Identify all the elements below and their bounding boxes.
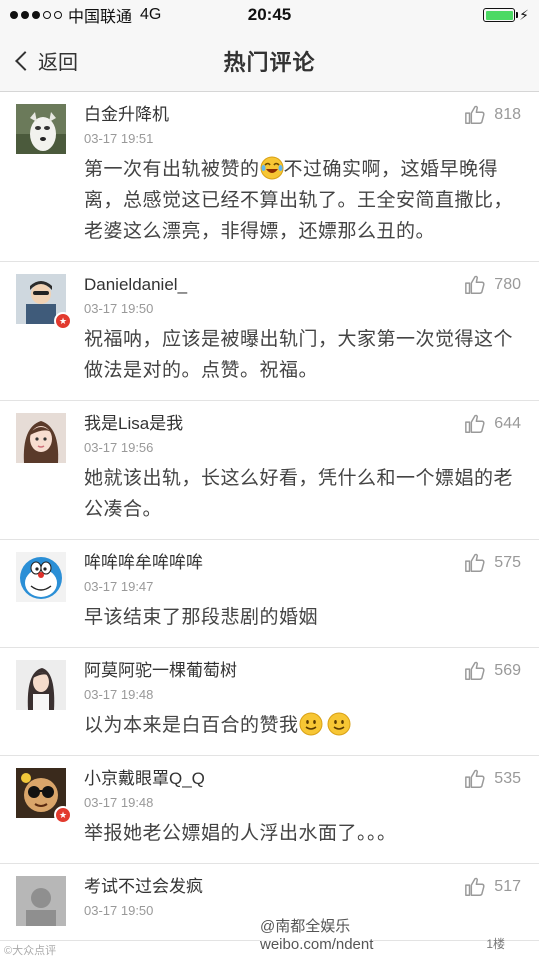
comment-item: 阿莫阿驼一棵葡萄树 03-17 19:48 以为本来是白百合的赞我 569: [0, 648, 539, 756]
network-type: 4G: [140, 6, 162, 23]
like-button[interactable]: 780: [464, 274, 521, 296]
comment-text: 她就该出轨，长这么好看，凭什么和一个嫖娼的老公凑合。: [84, 468, 514, 520]
comment-text: 举报她老公嫖娼的人浮出水面了。。。: [84, 823, 397, 844]
watermark-url: weibo.com/ndent: [260, 936, 374, 953]
comment-text: 以为本来是白百合的赞我: [84, 710, 525, 741]
thumbs-up-icon: [465, 661, 485, 680]
comment-item: ★ Danieldaniel_ 03-17 19:50 祝福呐，应该是被曝出轨门…: [0, 262, 539, 401]
comment-author[interactable]: 小京戴眼罩Q_Q: [84, 767, 525, 791]
smile-emoji-icon: [299, 712, 323, 736]
back-button[interactable]: 返回: [14, 30, 78, 91]
comment-author[interactable]: 我是Lisa是我: [84, 412, 525, 436]
comment-author[interactable]: Danieldaniel_: [84, 273, 525, 297]
comment-text-part: 以为本来是白百合的赞我: [84, 715, 299, 736]
smile-emoji-icon: [327, 712, 351, 736]
thumbs-up-icon: [465, 769, 485, 788]
nav-bar: 返回 热门评论: [0, 30, 539, 92]
signal-strength-icon: [10, 11, 62, 19]
carrier-name: 中国联通: [68, 9, 133, 26]
white-dog-avatar-icon: [16, 104, 66, 154]
comment-time: 03-17 19:47: [84, 579, 154, 594]
avatar[interactable]: [16, 413, 66, 463]
comment-time: 03-17 19:50: [84, 301, 154, 316]
comment-text-part: 第一次有出轨被赞的: [84, 159, 260, 180]
avatar[interactable]: [16, 660, 66, 710]
comment-author[interactable]: 白金升降机: [84, 103, 525, 127]
charging-icon: ⚡: [519, 6, 529, 23]
comment-author[interactable]: 考试不过会发疯: [84, 875, 525, 899]
like-button[interactable]: 535: [464, 768, 521, 790]
comment-item: 我是Lisa是我 03-17 19:56 她就该出轨，长这么好看，凭什么和一个嫖…: [0, 401, 539, 540]
corner-watermark: ©大众点评: [4, 945, 57, 957]
battery-icon: [483, 8, 519, 22]
girl-avatar-icon: [16, 413, 66, 463]
thumbs-up-icon: [465, 553, 485, 572]
comment-text: 第一次有出轨被赞的 不过确实啊，这婚早晚得离，总感觉这已经不算出轨了。王全安简直撒…: [84, 154, 525, 247]
thumbs-up-icon: [465, 275, 485, 294]
comment-item: 白金升降机 03-17 19:51 第一次有出轨被赞的 不过确实啊，这婚早晚得离，…: [0, 92, 539, 262]
like-button[interactable]: 569: [464, 660, 521, 682]
thumbs-up-icon: [465, 105, 485, 124]
doraemon-avatar-icon: [16, 552, 66, 602]
like-count: 535: [494, 770, 521, 787]
like-button[interactable]: 517: [464, 876, 521, 898]
watermark-handle: @南都全娱乐: [260, 918, 351, 935]
comment-time: 03-17 19:51: [84, 131, 154, 146]
comment-item: 哞哞哞牟哞哞哞 03-17 19:47 早该结束了那段悲剧的婚姻 575: [0, 540, 539, 648]
avatar[interactable]: ★: [16, 768, 72, 824]
comment-author[interactable]: 阿莫阿驼一棵葡萄树: [84, 659, 525, 683]
floor-label: 1楼: [486, 937, 505, 951]
like-count: 575: [494, 554, 521, 571]
like-button[interactable]: 644: [464, 413, 521, 435]
like-button[interactable]: 575: [464, 552, 521, 574]
watermark: @南都全娱乐 weibo.com/ndent: [260, 918, 374, 954]
verified-badge-icon: ★: [54, 806, 72, 824]
like-count: 818: [494, 106, 521, 123]
avatar[interactable]: [16, 104, 66, 154]
avatar[interactable]: [16, 876, 66, 926]
comment-text: 祝福呐，应该是被曝出轨门，大家第一次觉得这个做法是对的。点赞。祝福。: [84, 329, 514, 381]
avatar[interactable]: [16, 552, 66, 602]
laugh-cry-emoji-icon: [260, 156, 284, 180]
chevron-left-icon: [15, 50, 35, 71]
comment-time: 03-17 19:56: [84, 440, 154, 455]
grey-avatar-icon: [16, 876, 66, 926]
comment-time: 03-17 19:48: [84, 687, 154, 702]
like-count: 517: [494, 878, 521, 895]
page-title: 热门评论: [223, 49, 316, 75]
comment-list: 白金升降机 03-17 19:51 第一次有出轨被赞的 不过确实啊，这婚早晚得离，…: [0, 92, 539, 941]
woman-avatar-icon: [16, 660, 66, 710]
comment-item: ★ 小京戴眼罩Q_Q 03-17 19:48 举报她老公嫖娼的人浮出水面了。。。…: [0, 756, 539, 864]
like-count: 644: [494, 415, 521, 432]
thumbs-up-icon: [465, 414, 485, 433]
battery-indicator: ⚡: [483, 7, 529, 24]
avatar[interactable]: ★: [16, 274, 72, 330]
like-count: 780: [494, 276, 521, 293]
like-count: 569: [494, 662, 521, 679]
thumbs-up-icon: [465, 877, 485, 896]
status-bar: 中国联通 4G 20:45 ⚡: [0, 0, 539, 30]
verified-badge-icon: ★: [54, 312, 72, 330]
comment-time: 03-17 19:48: [84, 795, 154, 810]
comment-text: 早该结束了那段悲剧的婚姻: [84, 607, 319, 628]
comment-author[interactable]: 哞哞哞牟哞哞哞: [84, 551, 525, 575]
like-button[interactable]: 818: [464, 104, 521, 126]
back-label: 返回: [38, 52, 78, 74]
